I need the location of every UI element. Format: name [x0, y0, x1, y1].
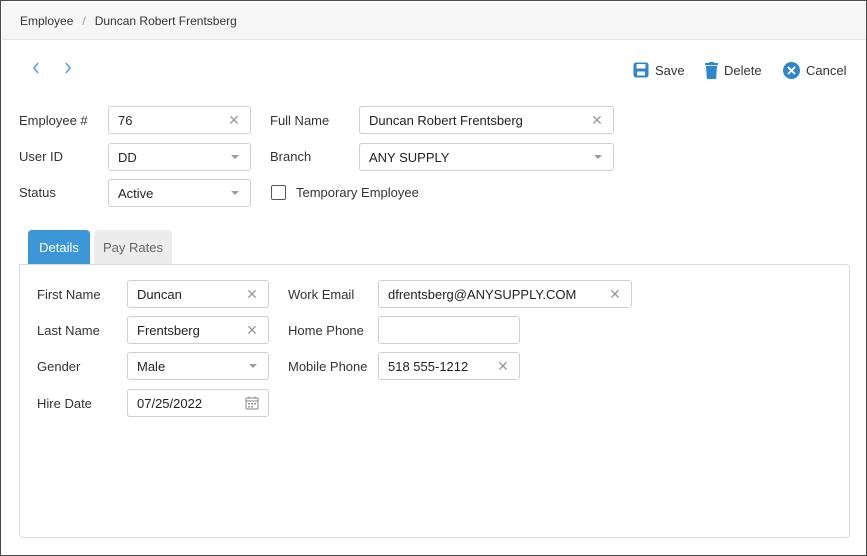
- breadcrumb-separator: /: [82, 13, 86, 28]
- mobile-phone-label: Mobile Phone: [288, 359, 368, 374]
- delete-button[interactable]: Delete: [705, 60, 762, 80]
- gender-select[interactable]: Male: [127, 352, 269, 380]
- chevron-left-icon: [32, 62, 39, 74]
- home-phone-label: Home Phone: [288, 323, 364, 338]
- dropdown-caret-icon[interactable]: [231, 191, 239, 195]
- dropdown-caret-icon[interactable]: [594, 155, 602, 159]
- previous-record-button[interactable]: [29, 59, 43, 79]
- clear-icon[interactable]: ✕: [245, 322, 259, 339]
- cancel-circle-icon: [783, 61, 800, 79]
- clear-icon[interactable]: ✕: [608, 286, 622, 303]
- mobile-phone-value: 518 555-1212: [388, 358, 469, 374]
- trash-icon: [705, 61, 718, 79]
- save-button[interactable]: Save: [633, 60, 685, 80]
- status-value: Active: [118, 185, 154, 201]
- work-email-label: Work Email: [288, 287, 355, 302]
- gender-value: Male: [137, 358, 166, 374]
- tab-details[interactable]: Details: [28, 230, 90, 264]
- hire-date-value: 07/25/2022: [137, 395, 203, 411]
- delete-label: Delete: [724, 62, 762, 78]
- cancel-label: Cancel: [806, 62, 847, 78]
- dropdown-caret-icon[interactable]: [231, 155, 239, 159]
- work-email-field[interactable]: dfrentsberg@ANYSUPPLY.COM ✕: [378, 280, 632, 308]
- first-name-label: First Name: [37, 287, 101, 302]
- first-name-field[interactable]: Duncan ✕: [127, 280, 269, 308]
- user-id-value: DD: [118, 149, 137, 165]
- dropdown-caret-icon[interactable]: [249, 364, 257, 368]
- work-email-value: dfrentsberg@ANYSUPPLY.COM: [388, 286, 577, 302]
- temporary-employee-checkbox[interactable]: [271, 185, 286, 200]
- clear-icon[interactable]: ✕: [496, 358, 510, 375]
- save-icon: [633, 62, 649, 78]
- clear-icon[interactable]: ✕: [590, 112, 604, 129]
- last-name-label: Last Name: [37, 323, 100, 338]
- breadcrumb: Employee / Duncan Robert Frentsberg: [2, 2, 866, 40]
- next-record-button[interactable]: [61, 59, 75, 79]
- save-label: Save: [655, 62, 685, 78]
- full-name-field[interactable]: Duncan Robert Frentsberg ✕: [359, 106, 614, 134]
- last-name-value: Frentsberg: [137, 322, 200, 338]
- tab-pay-rates[interactable]: Pay Rates: [94, 230, 172, 264]
- calendar-icon[interactable]: [245, 396, 259, 410]
- employee-window: Employee / Duncan Robert Frentsberg Save…: [0, 0, 867, 556]
- branch-value: ANY SUPPLY: [369, 149, 450, 165]
- employee-number-label: Employee #: [19, 113, 88, 128]
- breadcrumb-current: Duncan Robert Frentsberg: [94, 13, 237, 28]
- user-id-label: User ID: [19, 149, 64, 164]
- full-name-label: Full Name: [270, 113, 330, 128]
- last-name-field[interactable]: Frentsberg ✕: [127, 316, 269, 344]
- gender-label: Gender: [37, 359, 81, 374]
- tab-pay-rates-label: Pay Rates: [103, 239, 163, 255]
- hire-date-label: Hire Date: [37, 396, 92, 411]
- full-name-value: Duncan Robert Frentsberg: [369, 112, 523, 128]
- home-phone-field[interactable]: [378, 316, 520, 344]
- mobile-phone-field[interactable]: 518 555-1212 ✕: [378, 352, 520, 380]
- hire-date-picker[interactable]: 07/25/2022: [127, 389, 269, 417]
- user-id-select[interactable]: DD: [108, 143, 251, 171]
- chevron-right-icon: [65, 62, 72, 74]
- cancel-button[interactable]: Cancel: [783, 60, 846, 80]
- branch-select[interactable]: ANY SUPPLY: [359, 143, 614, 171]
- temporary-employee-label: Temporary Employee: [296, 185, 419, 200]
- tab-details-label: Details: [39, 239, 79, 255]
- employee-number-value: 76: [118, 112, 133, 128]
- breadcrumb-root[interactable]: Employee: [20, 14, 73, 28]
- branch-label: Branch: [270, 149, 312, 164]
- employee-number-field[interactable]: 76 ✕: [108, 106, 251, 134]
- clear-icon[interactable]: ✕: [227, 112, 241, 129]
- first-name-value: Duncan: [137, 286, 182, 302]
- status-label: Status: [19, 185, 56, 200]
- status-select[interactable]: Active: [108, 179, 251, 207]
- clear-icon[interactable]: ✕: [245, 286, 259, 303]
